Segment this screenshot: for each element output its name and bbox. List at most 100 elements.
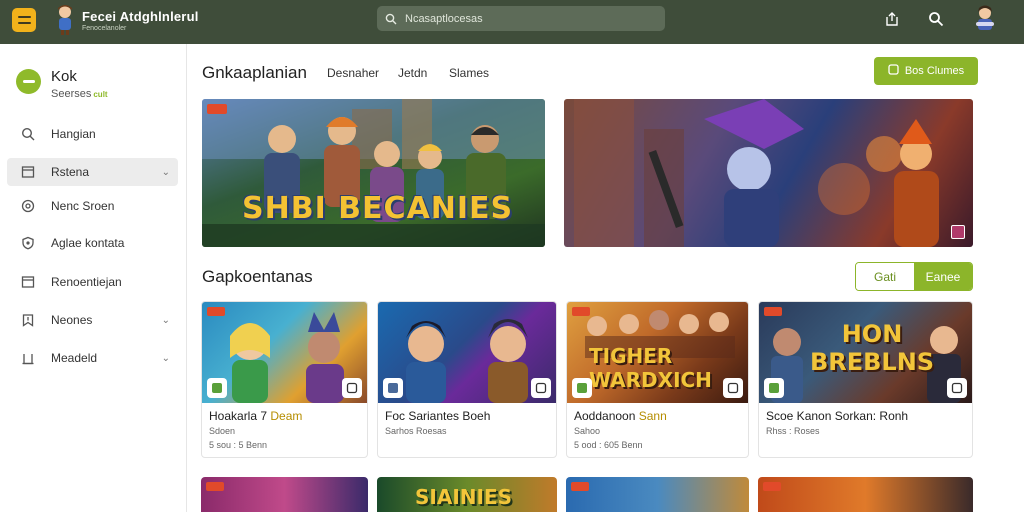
sidebar-item-label: Neones — [51, 313, 93, 327]
card-title-highlight: Deam — [270, 409, 303, 423]
profile-logo-icon[interactable] — [16, 69, 41, 94]
sidebar-item-label: Hangian — [51, 127, 96, 141]
app-name: Fecei Atdghlnlerul — [82, 9, 199, 24]
game-card[interactable] — [758, 477, 973, 512]
card-title-highlight: Sann — [638, 409, 667, 423]
search-icon — [385, 13, 397, 24]
tab-desnaher[interactable]: Desnaher — [327, 66, 379, 80]
card-title: Aoddanoon Sann — [574, 409, 667, 423]
card-title: Scoe Kanon Sorkan: Ronh — [766, 409, 908, 423]
card-meta-secondary: 5 ood : 605 Benn — [574, 440, 643, 450]
new-badge — [207, 104, 227, 114]
chevron-down-icon: ⌄ — [161, 352, 170, 364]
share-icon[interactable] — [723, 378, 743, 398]
new-badge — [572, 307, 590, 316]
game-thumbnail: TIGHER WARDXICH — [567, 302, 748, 403]
gamepad-icon — [383, 378, 403, 398]
game-card[interactable]: Foc Sariantes Boeh Sarhos Roesas — [377, 301, 557, 458]
game-card[interactable] — [566, 477, 749, 512]
share-icon[interactable] — [947, 378, 967, 398]
sidebar-item-neones[interactable]: Neones ⌄ — [7, 306, 178, 334]
user-avatar[interactable] — [972, 4, 998, 34]
sidebar-item-hangian[interactable]: Hangian — [7, 120, 178, 148]
featured-banner[interactable] — [564, 99, 973, 247]
thumbnail-title: SIAINIES — [415, 485, 513, 509]
card-meta: Rhss : Roses — [766, 426, 820, 436]
sidebar-item-label: Rstena — [51, 165, 90, 179]
featured-banner[interactable]: SHBI BECANIES — [202, 99, 545, 247]
sidebar-item-meadeld[interactable]: Meadeld ⌄ — [7, 344, 178, 372]
new-badge — [206, 482, 224, 491]
brand-avatar-icon — [58, 5, 72, 35]
banner-title: SHBI BECANIES — [242, 191, 514, 226]
banner-artwork — [574, 99, 939, 247]
main-content: Gnkaaplanian Desnaher Jetdn Slames Bos C… — [188, 44, 1024, 512]
card-title-text: Scoe Kanon Sorkan: Ronh — [766, 409, 909, 423]
page-title: Gnkaaplanian — [202, 63, 307, 82]
gamepad-icon — [207, 378, 227, 398]
toggle-option-eanee[interactable]: Eanee — [914, 263, 972, 290]
card-meta: Sdoen — [209, 426, 236, 436]
disc-icon — [20, 198, 36, 214]
gamepad-icon — [888, 64, 899, 78]
trash-icon — [20, 350, 36, 366]
profile-subtitle: Seerses cult — [51, 88, 108, 100]
search-icon[interactable] — [927, 10, 945, 28]
sidebar-item-aglae-kontata[interactable]: Aglae kontata — [7, 229, 178, 257]
search-icon — [20, 126, 36, 142]
search-placeholder: Ncasaptlocesas — [405, 12, 483, 25]
top-bar: Fecei Atdghlnlerul Fenocelanoler Ncasapt… — [0, 0, 1024, 44]
profile-sub-text: Seerses — [51, 88, 92, 100]
toggle-option-gati[interactable]: Gati — [856, 263, 914, 290]
chevron-down-icon: ⌄ — [161, 166, 170, 178]
game-thumbnail — [378, 302, 556, 403]
sidebar: Kok Seerses cult Hangian Rstena ⌄ Nenc Sr… — [0, 44, 187, 512]
tab-slames[interactable]: Slames — [449, 66, 489, 80]
gamepad-icon — [764, 378, 784, 398]
game-card[interactable]: Hoakarla 7 Deam Sdoen 5 sou : 5 Benn — [201, 301, 368, 458]
bookmark-icon — [20, 312, 36, 328]
shield-icon — [20, 235, 36, 251]
new-badge — [764, 307, 782, 316]
share-icon[interactable] — [531, 378, 551, 398]
sidebar-item-label: Aglae kontata — [51, 236, 125, 250]
game-card[interactable]: SIAINIES — [377, 477, 557, 512]
new-badge — [571, 482, 589, 491]
search-input[interactable]: Ncasaptlocesas — [377, 6, 665, 31]
sidebar-item-renoentiejan[interactable]: Renoentiejan — [7, 268, 178, 296]
window-icon — [20, 164, 36, 180]
app-subtitle: Fenocelanoler — [82, 25, 127, 32]
share-icon[interactable] — [883, 10, 901, 28]
brand[interactable]: Fecei Atdghlnlerul Fenocelanoler — [82, 9, 199, 32]
game-card[interactable]: TIGHER WARDXICH Aoddanoon Sann Sahoo 5 o… — [566, 301, 749, 458]
expand-icon[interactable] — [951, 225, 965, 239]
sidebar-item-nenc-sroen[interactable]: Nenc Sroen — [7, 192, 178, 220]
card-meta: Sahoo — [574, 426, 601, 436]
primary-action-button[interactable]: Bos Clumes — [874, 57, 978, 85]
game-card[interactable]: HON BREBLNS Scoe Kanon Sorkan: Ronh Rhss… — [758, 301, 973, 458]
sidebar-item-label: Meadeld — [51, 351, 98, 365]
menu-icon[interactable] — [12, 8, 36, 32]
card-title-text: Aoddanoon — [574, 409, 639, 423]
game-thumbnail — [202, 302, 367, 403]
view-toggle: Gati Eanee — [855, 262, 973, 291]
new-badge — [763, 482, 781, 491]
primary-action-label: Bos Clumes — [904, 65, 965, 77]
section-title: Gapkoentanas — [202, 267, 313, 286]
gamepad-icon — [572, 378, 592, 398]
window-icon — [20, 274, 36, 290]
chevron-down-icon: ⌄ — [161, 314, 170, 326]
card-title: Foc Sariantes Boeh — [385, 409, 490, 423]
sidebar-item-rstena[interactable]: Rstena ⌄ — [7, 158, 178, 186]
profile-tag: cult — [93, 90, 108, 99]
sidebar-item-label: Renoentiejan — [51, 275, 122, 289]
thumbnail-title: HON BREBLNS — [809, 320, 935, 376]
share-icon[interactable] — [342, 378, 362, 398]
profile-name: Kok — [51, 68, 77, 85]
sidebar-item-label: Nenc Sroen — [51, 199, 115, 213]
game-card[interactable] — [201, 477, 368, 512]
thumbnail-artwork — [406, 319, 528, 403]
card-title: Hoakarla 7 Deam — [209, 409, 302, 423]
tab-jetdn[interactable]: Jetdn — [398, 66, 427, 80]
card-meta-secondary: 5 sou : 5 Benn — [209, 440, 268, 450]
